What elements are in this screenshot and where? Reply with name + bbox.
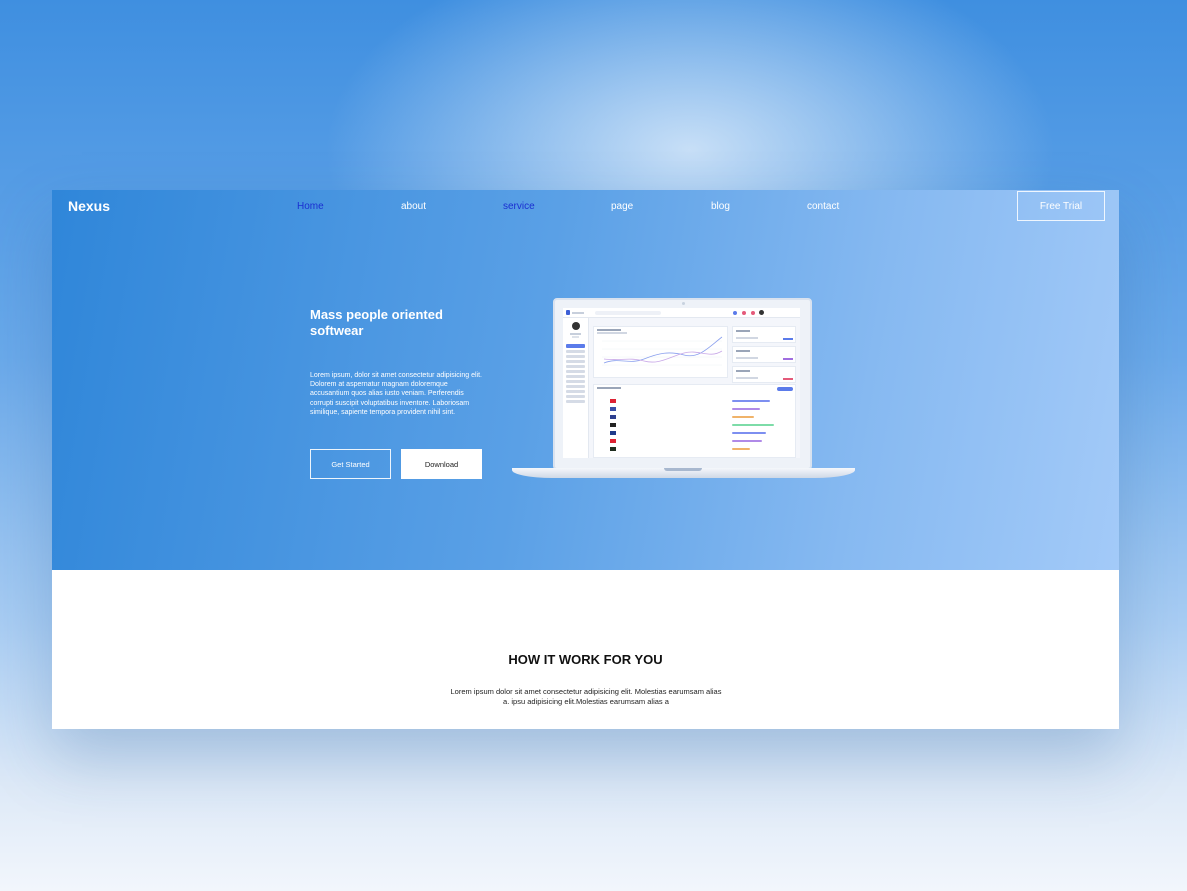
dashboard-search xyxy=(595,311,661,315)
camera-dot xyxy=(682,302,685,305)
dashboard-preview xyxy=(563,308,800,458)
free-trial-button[interactable]: Free Trial xyxy=(1017,191,1105,221)
nav-link-blog[interactable]: blog xyxy=(711,201,730,212)
logo[interactable]: Nexus xyxy=(68,198,110,214)
nav-link-service[interactable]: service xyxy=(503,201,535,212)
stat-card-3 xyxy=(732,366,796,383)
download-button[interactable]: Download xyxy=(401,449,482,479)
laptop-screen xyxy=(553,298,812,470)
nav-link-page[interactable]: page xyxy=(611,201,633,212)
hero-title: Mass people oriented softwear xyxy=(310,307,443,338)
top-nav: Nexus Home about service page blog conta… xyxy=(52,190,1119,222)
get-started-button[interactable]: Get Started xyxy=(310,449,391,479)
section-title: HOW IT WORK FOR YOU xyxy=(508,652,663,667)
how-it-works-section: HOW IT WORK FOR YOU Lorem ipsum dolor si… xyxy=(52,570,1119,729)
country-table-card xyxy=(593,384,796,458)
analytics-card xyxy=(593,326,728,378)
dashboard-topbar xyxy=(563,308,800,318)
hero-description: Lorem ipsum, dolor sit amet consectetur … xyxy=(310,372,482,416)
laptop-mockup-image xyxy=(512,298,855,482)
landing-page-frame: Nexus Home about service page blog conta… xyxy=(52,190,1119,729)
nav-link-home[interactable]: Home xyxy=(297,201,324,212)
nav-link-about[interactable]: about xyxy=(401,201,426,212)
nav-link-contact[interactable]: contact xyxy=(807,201,839,212)
dashboard-sidebar xyxy=(563,318,589,458)
stat-card-2 xyxy=(732,346,796,363)
hero-section: Nexus Home about service page blog conta… xyxy=(52,190,1119,570)
laptop-notch xyxy=(664,468,702,471)
stat-card-1 xyxy=(732,326,796,343)
section-description: Lorem ipsum dolor sit amet consectetur a… xyxy=(450,687,722,706)
